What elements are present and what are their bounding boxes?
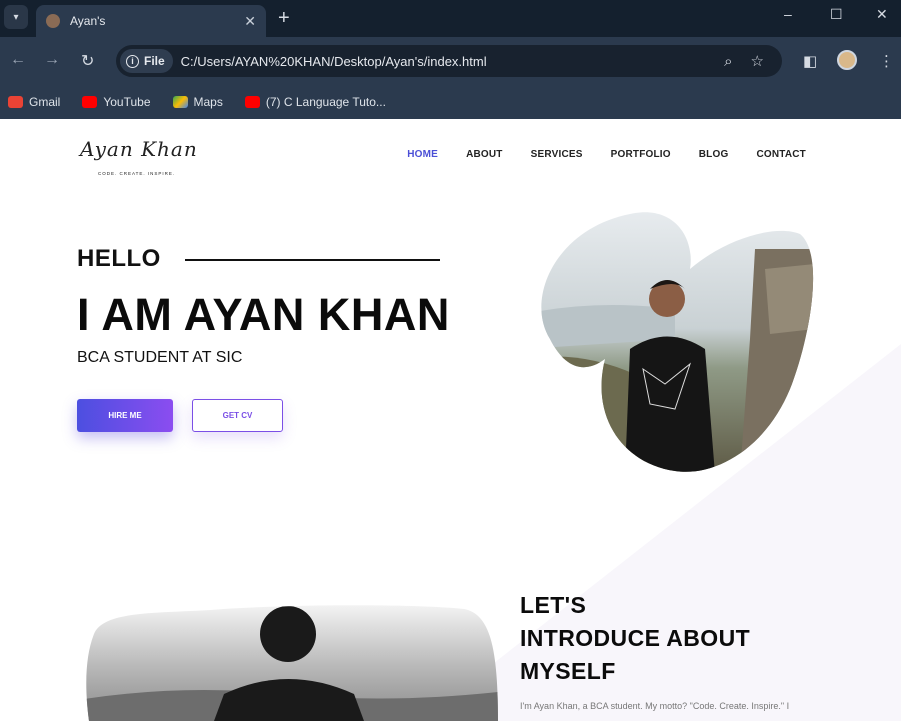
about-heading-line: LET'S [520, 592, 587, 618]
bookmark-label: (7) C Language Tuto... [265, 95, 386, 109]
about-heading: LET'S INTRODUCE ABOUT MYSELF [520, 589, 750, 688]
main-nav: HOME ABOUT SERVICES PORTFOLIO BLOG CONTA… [379, 149, 806, 160]
chevron-down-icon: ▾ [13, 11, 19, 23]
hero-subtitle: BCA STUDENT AT SIC [77, 349, 243, 366]
maps-icon [172, 96, 188, 108]
scheme-label: File [144, 54, 165, 68]
nav-about[interactable]: ABOUT [466, 149, 503, 160]
back-icon[interactable]: ← [10, 51, 26, 69]
zoom-icon[interactable]: ⌕ [724, 53, 732, 70]
bookmark-label: Maps [193, 95, 223, 109]
tab-title: Ayan's [70, 14, 106, 28]
tab-search-button[interactable]: ▾ [4, 5, 28, 29]
hero-photo [541, 212, 814, 472]
hero-headline: I AM AYAN KHAN [77, 289, 450, 340]
nav-contact[interactable]: CONTACT [756, 149, 806, 160]
close-tab-icon[interactable]: ✕ [244, 13, 256, 30]
nav-home[interactable]: HOME [407, 149, 438, 160]
reload-icon[interactable]: ↻ [81, 51, 94, 71]
logo-tagline: CODE. CREATE. INSPIRE. [98, 171, 176, 176]
bookmark-c-language[interactable]: (7) C Language Tuto... [244, 95, 386, 109]
gmail-icon [8, 96, 23, 108]
info-icon: i [126, 54, 139, 68]
address-bar[interactable]: i File C:/Users/AYAN%20KHAN/Desktop/Ayan… [116, 45, 782, 77]
site-logo[interactable]: Ayan Khan CODE. CREATE. INSPIRE. [78, 131, 198, 181]
browser-tab[interactable]: Ayan's ✕ [36, 5, 266, 37]
bookmarks-bar: Gmail YouTube Maps (7) C Language Tuto..… [0, 85, 901, 119]
side-panel-icon[interactable]: ◧ [803, 52, 817, 70]
nav-services[interactable]: SERVICES [531, 149, 583, 160]
site-info-chip[interactable]: i File [120, 49, 173, 73]
url-text[interactable]: C:/Users/AYAN%20KHAN/Desktop/Ayan's/inde… [181, 54, 724, 69]
bookmark-youtube[interactable]: YouTube [82, 95, 151, 109]
about-heading-line: INTRODUCE ABOUT [520, 625, 751, 651]
bookmark-label: Gmail [29, 95, 61, 109]
logo-signature: Ayan Khan [80, 137, 198, 161]
bookmark-gmail[interactable]: Gmail [8, 95, 60, 109]
about-paragraph: I'm Ayan Khan, a BCA student. My motto? … [520, 701, 790, 711]
about-photo [86, 605, 498, 721]
bookmark-maps[interactable]: Maps [172, 95, 223, 109]
menu-icon[interactable]: ⋮ [879, 52, 894, 70]
nav-portfolio[interactable]: PORTFOLIO [611, 149, 671, 160]
hero-greeting: HELLO [77, 245, 161, 272]
about-heading-line: MYSELF [520, 658, 616, 684]
minimize-button[interactable]: – [784, 6, 792, 22]
bookmark-label: YouTube [103, 95, 151, 109]
maximize-button[interactable]: ☐ [830, 6, 843, 23]
forward-icon[interactable]: → [44, 51, 60, 69]
divider [185, 259, 440, 261]
youtube-icon [244, 96, 260, 108]
close-window-button[interactable]: ✕ [876, 6, 888, 23]
youtube-icon [82, 96, 98, 108]
tab-strip: ▾ Ayan's ✕ + – ☐ ✕ [0, 0, 901, 37]
nav-blog[interactable]: BLOG [699, 149, 729, 160]
favicon-icon [46, 14, 60, 28]
hire-me-button[interactable]: HIRE ME [77, 399, 173, 432]
bookmark-star-icon[interactable]: ☆ [751, 52, 764, 70]
get-cv-button[interactable]: GET CV [192, 399, 283, 432]
avatar[interactable] [837, 50, 857, 70]
new-tab-button[interactable]: + [278, 8, 290, 28]
browser-toolbar: ← → ↻ i File C:/Users/AYAN%20KHAN/Deskto… [0, 37, 901, 85]
web-page: Ayan Khan CODE. CREATE. INSPIRE. HOME AB… [0, 119, 901, 721]
